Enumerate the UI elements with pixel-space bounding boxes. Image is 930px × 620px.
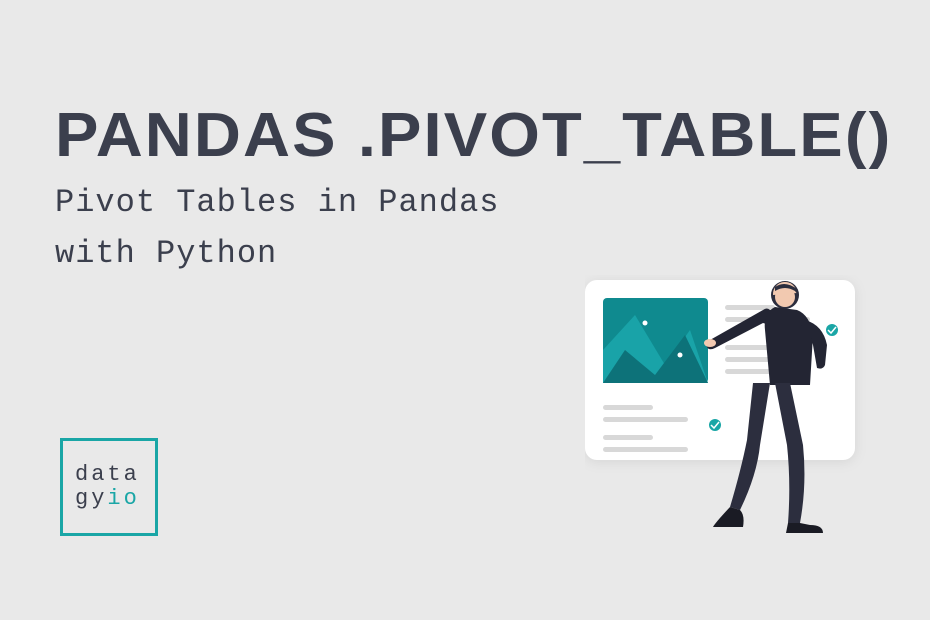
logo-io: io xyxy=(107,486,139,511)
subtitle-line-2: with Python xyxy=(55,228,853,279)
page-title: PANDAS .PIVOT_TABLE() xyxy=(55,105,892,167)
subtitle-line-1: Pivot Tables in Pandas xyxy=(55,177,853,228)
datagy-logo: data gyio xyxy=(60,438,158,536)
logo-text-line-1: data xyxy=(75,463,140,487)
logo-text-line-2: gyio xyxy=(75,487,140,511)
page-subtitle: Pivot Tables in Pandas with Python xyxy=(55,177,853,279)
dashboard-illustration xyxy=(585,275,875,565)
logo-gy: gy xyxy=(75,486,107,511)
content-block: PANDAS .PIVOT_TABLE() Pivot Tables in Pa… xyxy=(55,105,853,279)
